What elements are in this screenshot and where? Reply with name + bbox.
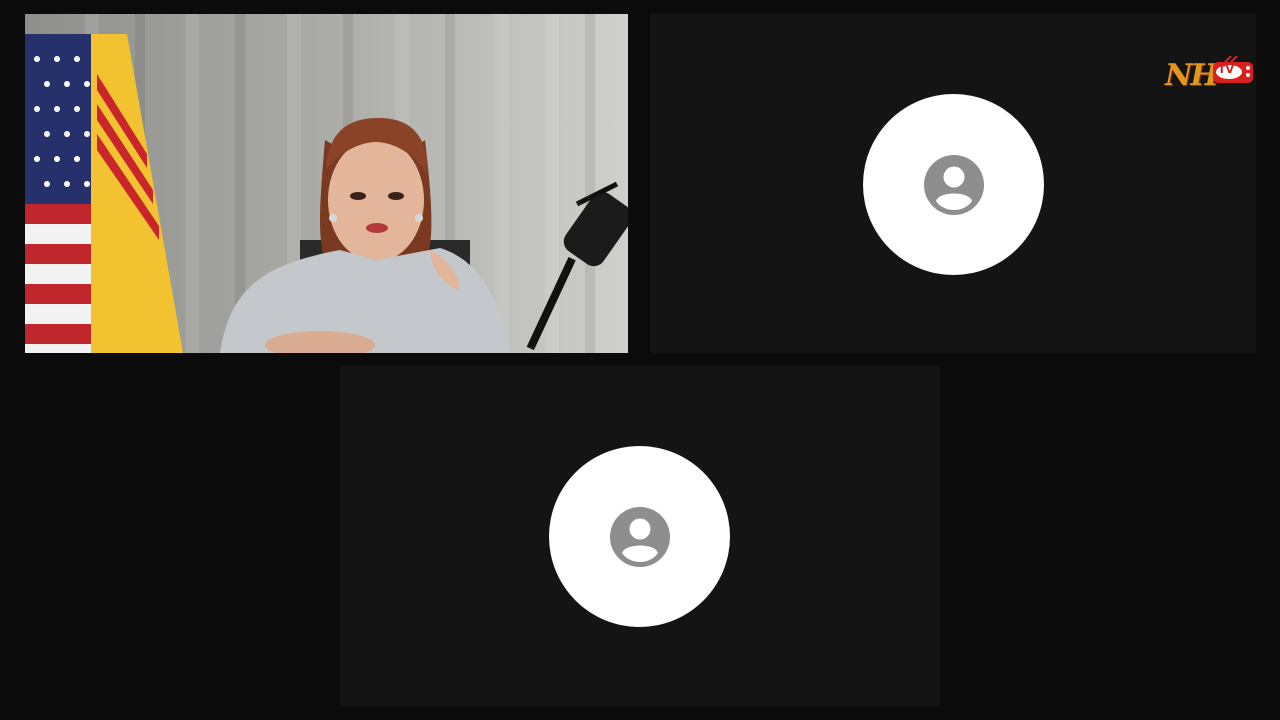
avatar (549, 446, 730, 627)
logo-text: NH (1165, 58, 1219, 93)
video-call-stage: NH TV (0, 0, 1280, 720)
microphone-image (526, 181, 628, 351)
camera-video-tile[interactable] (25, 14, 628, 353)
presenter-video-figure (220, 118, 510, 353)
person-icon (923, 154, 984, 215)
avatar (863, 94, 1044, 275)
rvn-flag-image (91, 34, 183, 353)
logo-tv-text: TV (1218, 63, 1235, 76)
person-icon (609, 506, 670, 567)
channel-logo: NH TV (1163, 48, 1258, 100)
participant-tile-avatar[interactable] (340, 366, 940, 706)
